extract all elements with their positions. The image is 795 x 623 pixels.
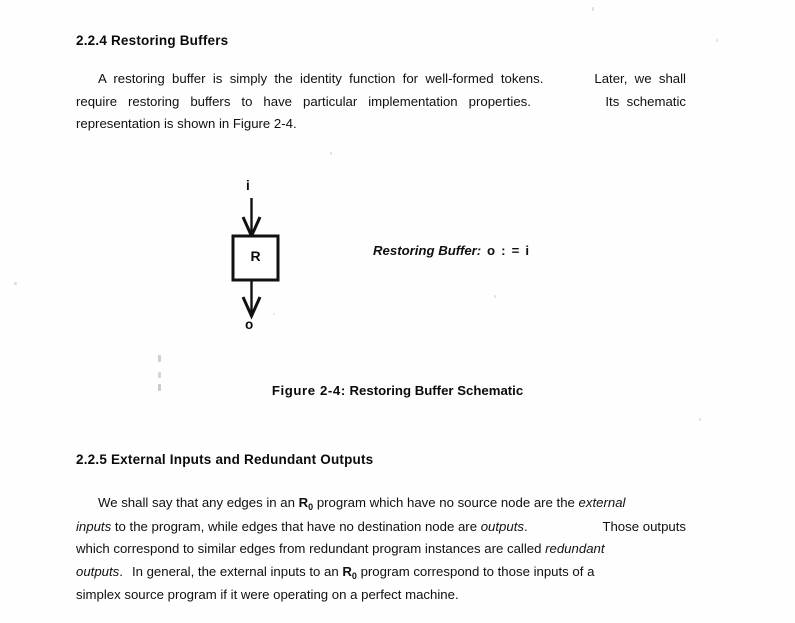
paragraph-italic-segment: inputs [76,518,112,534]
scan-artifact [592,7,594,11]
figure-annotation-name: Restoring Buffer: [373,243,482,258]
figure-node-label: R [250,248,261,264]
figure-caption-number: Figure 2-4: [271,383,346,398]
paragraph-line-segment: Its schematic [605,93,686,109]
r-zero-symbol: R [298,495,309,510]
paragraph-italic-segment: outputs [76,563,120,579]
scan-artifact [14,282,17,285]
paragraph-line-segment: to the program, while edges that have no… [111,518,481,534]
paragraph-line-segment: program which have no source node are th… [313,495,579,510]
paragraph-line: representation is shown in Figure 2-4. [76,116,297,132]
paragraph-line-segment: inputs to the program, while edges that … [76,516,528,539]
scan-artifact [158,384,161,391]
paragraph-line-segment: A restoring buffer is simply the identit… [98,71,544,86]
paragraph-line: which correspond to similar edges from r… [76,538,686,561]
r-zero-subscript: 0 [308,502,314,512]
paragraph-external-inputs: We shall say that any edges in an R0 pro… [76,492,686,607]
output-arrow-head-icon [241,296,262,320]
scan-artifact [158,355,161,362]
paragraph-line: inputs to the program, while edges that … [76,516,686,539]
paragraph-italic-segment: external [578,495,626,510]
scan-artifact [699,418,701,421]
paragraph-line: simplex source program if it were operat… [76,587,459,603]
paragraph-line: A restoring buffer is simply the identit… [76,68,686,91]
section-heading-2-2-4: 2.2.4 Restoring Buffers [76,33,229,48]
paragraph-line-segment: . [523,518,528,534]
figure-caption: Figure 2-4: Restoring Buffer Schematic [0,383,795,398]
paragraph-line-segment: program correspond to those inputs of a [356,563,595,579]
scan-artifact [330,152,332,155]
paragraph-line-segment: In general, the external inputs to an [131,563,343,579]
figure-caption-title: Restoring Buffer Schematic [349,383,524,398]
input-arrow-head-icon [241,216,262,240]
paragraph-line-segment: . [119,563,123,579]
figure-annotation-expression: o : = i [487,243,531,258]
paragraph-restoring-buffers: A restoring buffer is simply the identit… [76,68,686,136]
paragraph-line-segment: We shall say that any edges in an [98,495,299,510]
r-zero-subscript: 0 [351,570,357,581]
paragraph-line: We shall say that any edges in an R0 pro… [76,492,686,516]
r-zero-symbol: R [342,563,352,579]
scan-artifact [716,39,718,42]
paragraph-line: outputs. In general, the external inputs … [76,561,686,585]
scan-artifact [494,295,496,298]
paragraph-line-segment: which correspond to similar edges from r… [76,541,546,557]
paragraph-italic-segment: outputs [480,518,524,534]
paragraph-line-segment: require restoring buffers to have partic… [76,93,531,109]
document-page: 2.2.4 Restoring Buffers A restoring buff… [0,0,795,623]
figure-output-label: o [245,317,254,332]
paragraph-line-segment: Those outputs [602,518,686,534]
scan-artifact [273,313,275,315]
figure-input-label: i [246,178,250,193]
paragraph-line-segment: Later, we shall [594,71,686,86]
restoring-buffer-box [231,234,280,282]
scan-artifact [158,372,161,378]
paragraph-italic-segment: redundant [545,541,605,557]
paragraph-line: require restoring buffers to have partic… [76,91,686,114]
section-heading-2-2-5: 2.2.5 External Inputs and Redundant Outp… [76,452,374,467]
